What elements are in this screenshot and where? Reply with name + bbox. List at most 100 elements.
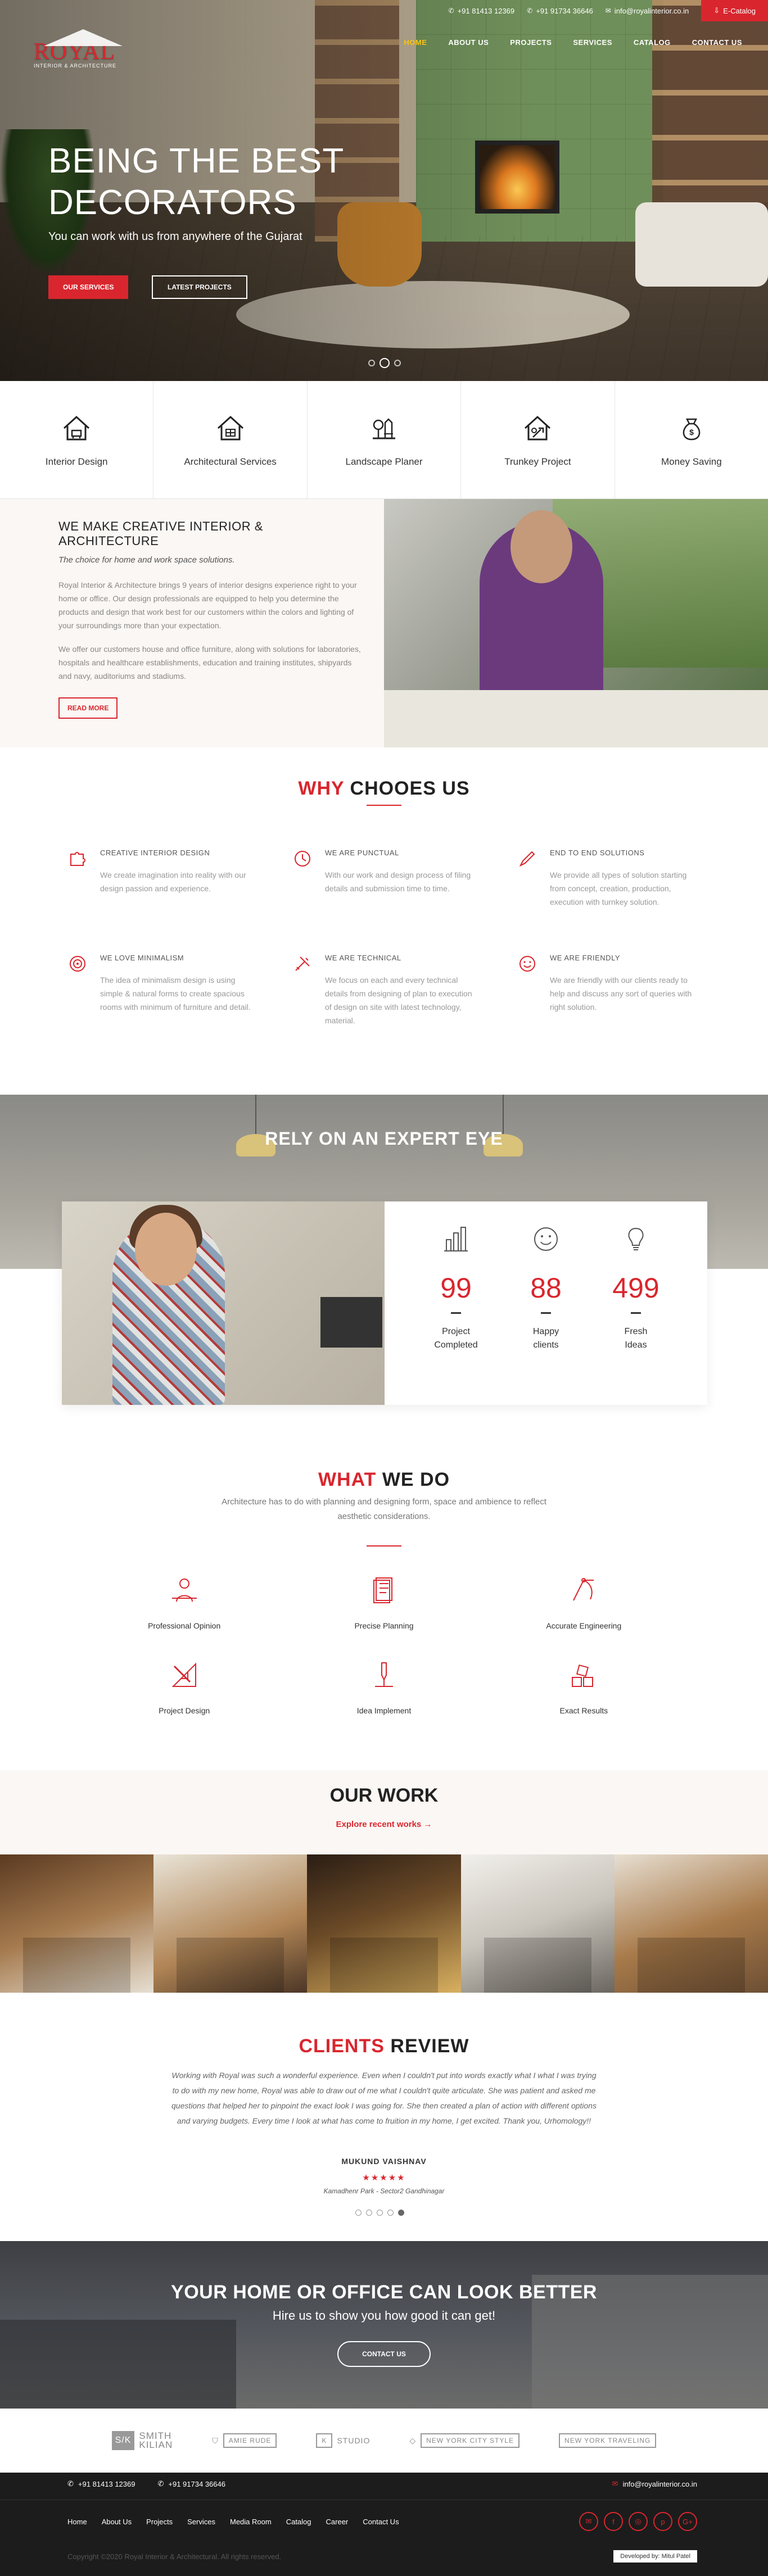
review-dot[interactable] [366,2210,372,2216]
stat-caption: Happy clients [518,1325,574,1352]
stat-caption-line-1: Project [442,1327,470,1336]
work-gallery [0,1854,768,1993]
email-social-icon[interactable]: ✉ [579,2512,598,2531]
nav-about-us[interactable]: ABOUT US [448,38,489,47]
review-dot-active[interactable] [398,2210,404,2216]
gallery-image[interactable] [614,1854,768,1993]
nav-projects[interactable]: PROJECTS [510,38,552,47]
page: ✆ +91 81413 12369 ✆ +91 91734 36646 ✉ info@… [0,0,768,2576]
gallery-image[interactable] [0,1854,154,1993]
service-turnkey[interactable]: Trunkey Project [461,381,615,498]
footer-link-catalog[interactable]: Catalog [286,2518,311,2526]
partner-logo-amie-rude: ⛉ AMIE RUDE [212,2433,277,2448]
partner-logo-mark: S/K [111,2431,135,2450]
developer-credit[interactable]: Developed by: Mitul Patel [613,2550,697,2563]
about-heading: WE MAKE CREATIVE INTERIOR & ARCHITECTURE [58,519,263,548]
partner-name: NEW YORK TRAVELING [559,2433,657,2448]
footer-phone-2[interactable]: ✆ +91 91734 36646 [157,2479,225,2488]
latest-projects-button[interactable]: LATEST PROJECTS [152,275,247,299]
explore-recent-works-link[interactable]: Explore recent works → [0,1820,768,1829]
money-bag-icon: $ [683,418,701,440]
facebook-icon[interactable]: f [604,2512,623,2531]
review-dot[interactable] [377,2210,383,2216]
stat-value: 499 [612,1272,659,1304]
wwd-description: Architecture has to do with planning and… [222,1497,546,1521]
stat-projects: 99 Project Completed [428,1224,484,1405]
partner-logo-ny-city-style: ◇ NEW YORK CITY STYLE [409,2433,520,2448]
stat-caption-line-1: Fresh [624,1327,648,1336]
logo[interactable]: ROYAL INTERIOR & ARCHITECTURE [34,29,135,69]
service-interior-design[interactable]: Interior Design [0,381,154,498]
logo-subtitle: INTERIOR & ARCHITECTURE [34,63,117,69]
service-label: Landscape Planer [345,456,423,467]
cta-subtitle: Hire us to show you how good it can get! [272,2309,496,2323]
pinterest-icon[interactable]: p [653,2512,672,2531]
footer-link-services[interactable]: Services [187,2518,215,2526]
clients-title: CLIENTS REVIEW [0,2035,768,2057]
service-landscape[interactable]: Landscape Planer [308,381,462,498]
footer-email[interactable]: ✉ info@royalinterior.co.in [612,2479,697,2488]
wwd-item: Exact Results [484,1658,684,1715]
wwd-item-label: Precise Planning [354,1621,414,1630]
top-phone-2[interactable]: ✆ +91 91734 36646 [527,7,593,15]
reviewer-name: MUKUND VAISHNAV [341,2157,427,2166]
stat-divider [541,1312,551,1314]
nav-catalog[interactable]: CATALOG [634,38,671,47]
footer-link-contact-us[interactable]: Contact Us [363,2518,399,2526]
gallery-image-detail [330,1937,438,1993]
diamond-icon: ◇ [409,2436,417,2445]
google-plus-icon[interactable]: G+ [678,2512,697,2531]
top-phone-1[interactable]: ✆ +91 81413 12369 [449,7,515,15]
footer-link-about-us[interactable]: About Us [102,2518,132,2526]
footer-link-home[interactable]: Home [67,2518,87,2526]
gallery-image-detail [637,1937,746,1993]
clients-title-rest: REVIEW [384,2035,469,2057]
why-item-text: With our work and design process of fili… [325,870,471,893]
slider-dot-active[interactable] [380,358,390,368]
cta-section: YOUR HOME OR OFFICE CAN LOOK BETTER Hire… [0,2241,768,2409]
about-image-head [511,510,572,583]
our-services-button[interactable]: OUR SERVICES [48,275,129,299]
why-title-red: WHY [298,778,345,799]
rely-title: RELY ON AN EXPERT EYE [265,1128,503,1149]
service-label: Trunkey Project [504,456,571,467]
stat-caption-line-2: Completed [434,1340,478,1350]
nav-home[interactable]: HOME [404,38,427,47]
copyright-text: Copyright ©2020 Royal Interior & Archite… [67,2552,282,2561]
top-email[interactable]: ✉ info@royalinterior.co.in [606,7,689,15]
service-architectural[interactable]: Architectural Services [153,381,308,498]
gallery-image[interactable] [307,1854,461,1993]
gallery-image[interactable] [153,1854,308,1993]
main-nav: HOME ABOUT US PROJECTS SERVICES CATALOG … [404,38,742,47]
phone-icon: ✆ [448,7,454,15]
review-dot[interactable] [355,2210,362,2216]
slider-dot[interactable] [394,360,401,366]
garden-icon [373,418,396,439]
target-icon [70,956,85,972]
contact-us-button[interactable]: CONTACT US [337,2341,431,2367]
footer-link-media-room[interactable]: Media Room [230,2518,272,2526]
footer-phone-1-text: +91 81413 12369 [78,2479,135,2488]
footer-phone-1[interactable]: ✆ +91 81413 12369 [67,2479,135,2488]
slider-dot[interactable] [368,360,375,366]
top-contact-bar: ✆ +91 81413 12369 ✆ +91 91734 36646 ✉ info@… [449,0,768,21]
footer-link-projects[interactable]: Projects [146,2518,173,2526]
house-furniture-icon [64,415,90,440]
e-catalog-button[interactable]: ⇩ E-Catalog [701,0,768,21]
clients-title-red: CLIENTS [299,2035,385,2057]
service-money-saving[interactable]: $ Money Saving [615,381,768,498]
hero-title-line-1: BEING THE BEST [48,142,345,180]
why-item-title: WE LOVE MINIMALISM [100,954,184,962]
instagram-icon[interactable]: ◎ [629,2512,648,2531]
nav-services[interactable]: SERVICES [573,38,612,47]
read-more-button[interactable]: READ MORE [58,697,118,719]
footer-link-career[interactable]: Career [326,2518,349,2526]
gallery-image[interactable] [460,1854,615,1993]
house-tools-icon [525,415,551,440]
review-dot[interactable] [387,2210,394,2216]
logo-roof-icon [44,29,123,46]
house-plan-icon [217,415,243,440]
nav-contact-us[interactable]: CONTACT US [692,38,742,47]
stat-caption: Fresh Ideas [608,1325,664,1352]
service-label: Interior Design [45,456,108,467]
